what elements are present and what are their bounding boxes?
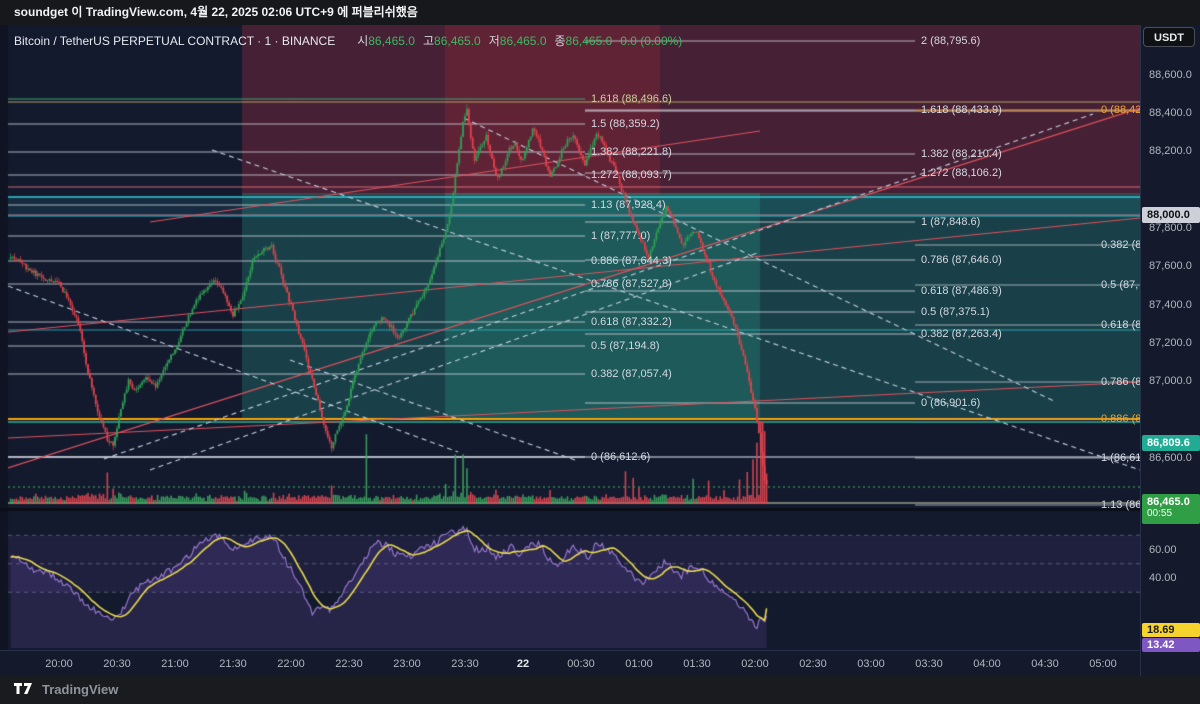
- price-tick: 88,200.0: [1149, 144, 1192, 158]
- time-tick: 21:30: [219, 657, 247, 671]
- time-tick: 03:30: [915, 657, 943, 671]
- publish-bar: soundget 이 TradingView.com, 4월 22, 2025 …: [0, 0, 1200, 25]
- indicator-tick: 40.00: [1149, 571, 1177, 585]
- price-tick: 87,400.0: [1149, 298, 1192, 312]
- brand-name[interactable]: TradingView: [42, 682, 118, 697]
- price-tick: 87,000.0: [1149, 374, 1192, 388]
- indicator-tick: 60.00: [1149, 543, 1177, 557]
- publish-text: soundget 이 TradingView.com, 4월 22, 2025 …: [14, 5, 418, 19]
- price-tick: 87,800.0: [1149, 221, 1192, 235]
- time-tick: 01:00: [625, 657, 653, 671]
- time-tick: 21:00: [161, 657, 189, 671]
- time-tick: 20:30: [103, 657, 131, 671]
- price-tick: 88,400.0: [1149, 106, 1192, 120]
- time-tick: 02:00: [741, 657, 769, 671]
- time-tick: 04:00: [973, 657, 1001, 671]
- time-tick: 02:30: [799, 657, 827, 671]
- last-price-value: 86,465.0: [1147, 496, 1200, 508]
- price-tick: 88,600.0: [1149, 68, 1192, 82]
- tradingview-logo-icon[interactable]: [14, 683, 36, 702]
- rsi-ma-value-badge: 18.69: [1142, 623, 1200, 637]
- currency-unit-button[interactable]: USDT: [1143, 27, 1195, 47]
- price-tick: 87,600.0: [1149, 259, 1192, 273]
- price-chart-canvas[interactable]: [0, 25, 1140, 650]
- time-tick: 05:00: [1089, 657, 1117, 671]
- time-tick: 23:00: [393, 657, 421, 671]
- time-tick: 01:30: [683, 657, 711, 671]
- price-axis[interactable]: USDT 88,000.0 86,809.6 86,465.0 00:55 18…: [1140, 25, 1200, 676]
- rsi-value-badge: 13.42: [1142, 638, 1200, 652]
- time-tick: 22:00: [277, 657, 305, 671]
- time-tick: 04:30: [1031, 657, 1059, 671]
- footer-bar: TradingView: [0, 676, 1200, 704]
- price-tick: 87,200.0: [1149, 336, 1192, 350]
- time-tick: 22: [517, 657, 529, 671]
- time-tick: 03:00: [857, 657, 885, 671]
- alert-price-badge: 86,809.6: [1142, 435, 1200, 451]
- axis-highlight-badge: 88,000.0: [1142, 207, 1200, 223]
- time-tick: 22:30: [335, 657, 363, 671]
- last-price-badge: 86,465.0 00:55: [1142, 494, 1200, 524]
- time-tick: 00:30: [567, 657, 595, 671]
- price-tick: 86,600.0: [1149, 451, 1192, 465]
- time-axis[interactable]: 20:00 20:30 21:00 21:30 22:00 22:30 23:00 23:30…: [0, 650, 1140, 676]
- time-tick: 20:00: [45, 657, 73, 671]
- time-tick: 23:30: [451, 657, 479, 671]
- candle-countdown: 00:55: [1147, 508, 1200, 519]
